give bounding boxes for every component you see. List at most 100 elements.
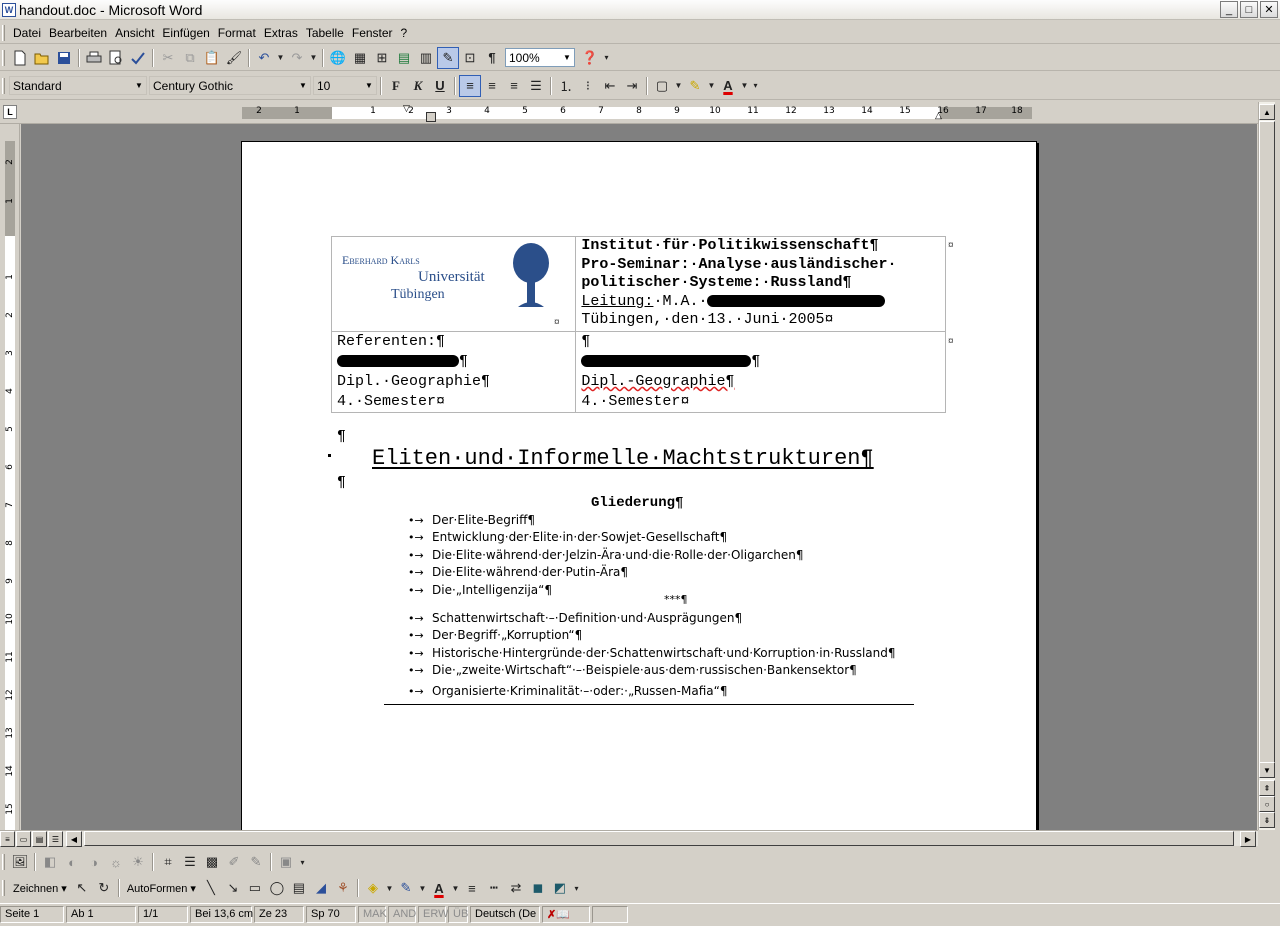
more-brightness-icon[interactable]: ☼ bbox=[105, 851, 127, 873]
oval-tool-icon[interactable]: ◯ bbox=[266, 877, 288, 899]
scroll-down-icon[interactable]: ▼ bbox=[1259, 762, 1275, 778]
wordart-icon[interactable]: ◢ bbox=[310, 877, 332, 899]
right-indent-icon[interactable]: △ bbox=[935, 110, 942, 121]
font-color-dropdown-icon[interactable]: ▼ bbox=[450, 877, 461, 899]
crop-icon[interactable]: ⌗ bbox=[157, 851, 179, 873]
chevron-down-icon[interactable]: ▼ bbox=[362, 77, 376, 94]
less-contrast-icon[interactable]: ◑ bbox=[83, 851, 105, 873]
arrow-tool-icon[interactable]: ↘ bbox=[222, 877, 244, 899]
hyperlink-icon[interactable]: 🌐 bbox=[327, 47, 349, 69]
toolbar-options-icon[interactable]: ▾ bbox=[571, 877, 582, 899]
menu-fenster[interactable]: Fenster bbox=[348, 26, 397, 40]
vertical-ruler[interactable]: 2 1 1 2 3 4 5 6 7 8 9 10 11 12 13 14 15 bbox=[0, 124, 20, 830]
dash-style-icon[interactable]: ┅ bbox=[483, 877, 505, 899]
font-select[interactable]: Century Gothic ▼ bbox=[149, 76, 311, 95]
font-color-icon[interactable]: A bbox=[428, 877, 450, 899]
font-color-icon[interactable]: A bbox=[717, 75, 739, 97]
reset-picture-icon[interactable]: ▣ bbox=[275, 851, 297, 873]
undo-icon[interactable]: ↶ bbox=[253, 47, 275, 69]
fill-color-dropdown-icon[interactable]: ▼ bbox=[384, 877, 395, 899]
print-icon[interactable] bbox=[83, 47, 105, 69]
toolbar-grip[interactable] bbox=[2, 880, 5, 896]
horizontal-ruler[interactable]: L 2 1 1 2 3 4 5 6 7 8 9 10 11 12 13 14 1… bbox=[0, 102, 1258, 124]
spellcheck-icon[interactable] bbox=[127, 47, 149, 69]
highlight-dropdown-icon[interactable]: ▼ bbox=[706, 75, 717, 97]
autoformen-menu[interactable]: AutoFormen ▾ bbox=[123, 882, 200, 895]
shadow-style-icon[interactable]: ◼ bbox=[527, 877, 549, 899]
insert-picture-icon[interactable]: 🖼 bbox=[9, 851, 31, 873]
redo-dropdown-icon[interactable]: ▼ bbox=[308, 47, 319, 69]
insert-table-icon[interactable]: ⊞ bbox=[371, 47, 393, 69]
chevron-down-icon[interactable]: ▼ bbox=[560, 49, 574, 66]
columns-icon[interactable]: ▥ bbox=[415, 47, 437, 69]
tables-borders-icon[interactable]: ▦ bbox=[349, 47, 371, 69]
document-map-icon[interactable]: ⊡ bbox=[459, 47, 481, 69]
menu-einfuegen[interactable]: Einfügen bbox=[158, 26, 213, 40]
menu-tabelle[interactable]: Tabelle bbox=[302, 26, 348, 40]
show-formatting-icon[interactable]: ¶ bbox=[481, 47, 503, 69]
bulleted-list-icon[interactable]: ⁝ bbox=[577, 75, 599, 97]
scroll-right-icon[interactable]: ▶ bbox=[1240, 831, 1256, 847]
toolbar-options-icon[interactable]: ▾ bbox=[601, 47, 612, 69]
text-box-icon[interactable]: ▤ bbox=[288, 877, 310, 899]
chevron-down-icon[interactable]: ▼ bbox=[296, 77, 310, 94]
save-icon[interactable] bbox=[53, 47, 75, 69]
toolbar-options-icon[interactable]: ▾ bbox=[297, 851, 308, 873]
new-document-icon[interactable] bbox=[9, 47, 31, 69]
menu-bearbeiten[interactable]: Bearbeiten bbox=[45, 26, 111, 40]
undo-dropdown-icon[interactable]: ▼ bbox=[275, 47, 286, 69]
maximize-button[interactable]: □ bbox=[1240, 1, 1258, 18]
borders-icon[interactable]: ▢ bbox=[651, 75, 673, 97]
document-workspace[interactable]: Eberhard Karls Universität Tübingen ¤ In… bbox=[21, 124, 1257, 830]
drawing-icon[interactable]: ✎ bbox=[437, 46, 459, 69]
3d-style-icon[interactable]: ◩ bbox=[549, 877, 571, 899]
fill-color-icon[interactable]: ◈ bbox=[362, 877, 384, 899]
print-layout-icon[interactable]: ▤ bbox=[32, 831, 47, 847]
increase-indent-icon[interactable]: ⇥ bbox=[621, 75, 643, 97]
free-rotate-icon[interactable]: ↻ bbox=[93, 877, 115, 899]
style-select[interactable]: Standard ▼ bbox=[9, 76, 147, 95]
format-picture-icon[interactable]: ✐ bbox=[223, 851, 245, 873]
status-track-changes[interactable]: AND bbox=[388, 905, 416, 923]
status-language[interactable]: Deutsch (De bbox=[470, 905, 540, 923]
copy-icon[interactable]: ⧉ bbox=[179, 47, 201, 69]
align-right-icon[interactable]: ≡ bbox=[503, 75, 525, 97]
horizontal-scrollbar[interactable]: ≡ ▭ ▤ ☰ ◀ ▶ bbox=[0, 830, 1258, 847]
menu-ansicht[interactable]: Ansicht bbox=[111, 26, 158, 40]
zoom-select[interactable]: 100% ▼ bbox=[505, 48, 575, 67]
paste-icon[interactable]: 📋 bbox=[201, 47, 223, 69]
indent-marker-icon[interactable] bbox=[426, 112, 436, 122]
chevron-down-icon[interactable]: ▼ bbox=[132, 77, 146, 94]
line-color-icon[interactable]: ✎ bbox=[395, 877, 417, 899]
menu-extras[interactable]: Extras bbox=[260, 26, 302, 40]
more-contrast-icon[interactable]: ◐ bbox=[61, 851, 83, 873]
align-center-icon[interactable]: ≡ bbox=[481, 75, 503, 97]
underline-icon[interactable]: U bbox=[429, 75, 451, 97]
italic-icon[interactable]: K bbox=[407, 75, 429, 97]
format-painter-icon[interactable]: 🖌 bbox=[223, 47, 245, 69]
scroll-thumb[interactable] bbox=[84, 831, 1234, 846]
outline-view-icon[interactable]: ☰ bbox=[48, 831, 63, 847]
tab-selector[interactable]: L bbox=[3, 105, 17, 119]
normal-view-icon[interactable]: ≡ bbox=[0, 831, 15, 847]
scroll-thumb[interactable] bbox=[1259, 121, 1275, 766]
bold-icon[interactable]: F bbox=[385, 75, 407, 97]
cut-icon[interactable]: ✂ bbox=[157, 47, 179, 69]
set-transparent-color-icon[interactable]: ✎ bbox=[245, 851, 267, 873]
document-page[interactable]: Eberhard Karls Universität Tübingen ¤ In… bbox=[241, 141, 1037, 830]
minimize-button[interactable]: _ bbox=[1220, 1, 1238, 18]
line-style-icon[interactable]: ≡ bbox=[461, 877, 483, 899]
align-left-icon[interactable]: ≡ bbox=[459, 74, 481, 97]
rectangle-tool-icon[interactable]: ▭ bbox=[244, 877, 266, 899]
vertical-scrollbar[interactable]: ▲ ▼ ⇞ ○ ⇟ bbox=[1258, 102, 1275, 830]
select-objects-icon[interactable]: ↖ bbox=[71, 877, 93, 899]
toolbar-options-icon[interactable]: ▾ bbox=[750, 75, 761, 97]
decrease-indent-icon[interactable]: ⇤ bbox=[599, 75, 621, 97]
open-folder-icon[interactable] bbox=[31, 47, 53, 69]
web-layout-icon[interactable]: ▭ bbox=[16, 831, 31, 847]
help-icon[interactable]: ❓ bbox=[579, 47, 601, 69]
status-macro-recorder[interactable]: MAK bbox=[358, 905, 387, 923]
status-extend[interactable]: ERW bbox=[418, 905, 448, 923]
menu-format[interactable]: Format bbox=[214, 26, 260, 40]
menu-grip[interactable] bbox=[2, 24, 5, 41]
